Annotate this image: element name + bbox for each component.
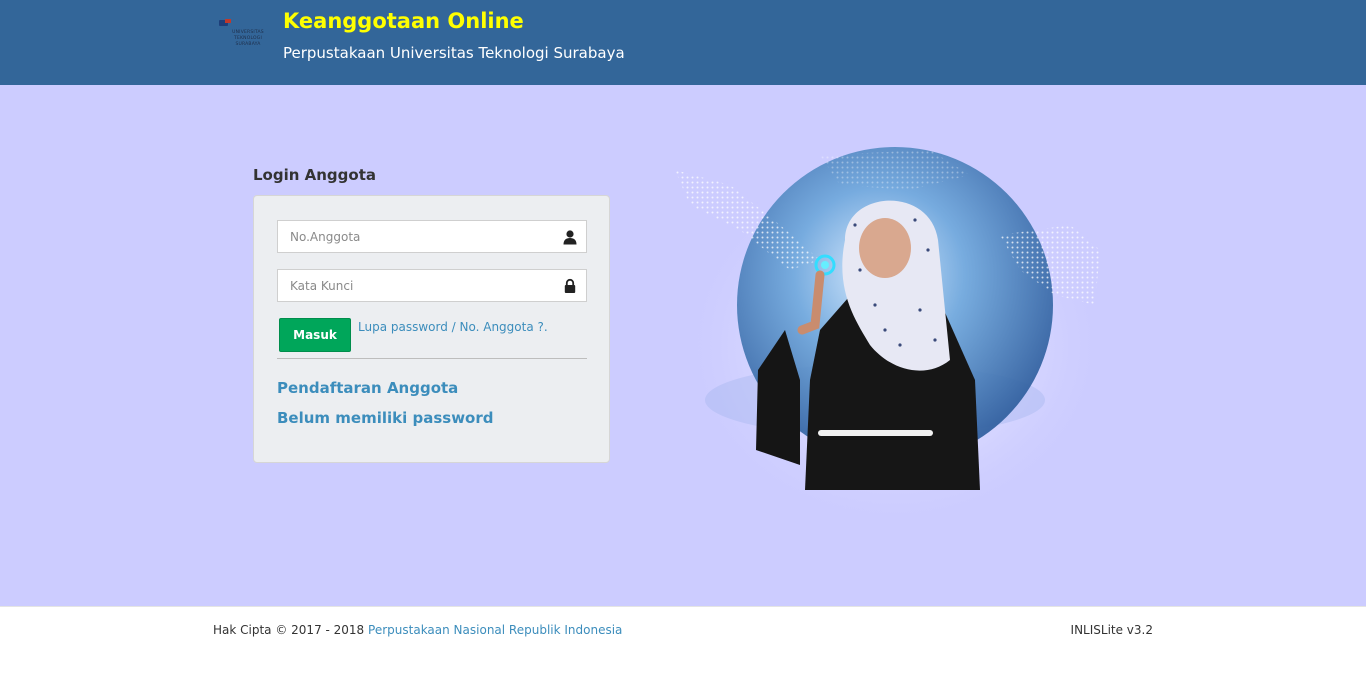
copyright-text: Hak Cipta © 2017 - 2018	[213, 623, 365, 637]
password-input[interactable]	[278, 270, 560, 301]
library-logo: UNIVERSITAS TEKNOLOGI SURABAYA	[219, 19, 267, 54]
forgot-password-link[interactable]: Lupa password / No. Anggota ?.	[358, 320, 548, 334]
footer: Hak Cipta © 2017 - 2018 Perpustakaan Nas…	[0, 606, 1366, 680]
app-version: INLISLite v3.2	[1070, 623, 1153, 637]
main-content: Login Anggota Masuk Lupa password / No. …	[0, 85, 1366, 606]
user-icon	[563, 230, 577, 245]
no-password-link[interactable]: Belum memiliki password	[277, 409, 494, 427]
member-number-field	[277, 220, 587, 253]
lock-icon	[564, 278, 576, 293]
divider	[277, 358, 587, 359]
app-subtitle: Perpustakaan Universitas Teknologi Surab…	[283, 44, 625, 62]
logo-text: UNIVERSITAS TEKNOLOGI SURABAYA	[232, 30, 264, 47]
hero-illustration	[675, 147, 1110, 530]
copyright: Hak Cipta © 2017 - 2018 Perpustakaan Nas…	[213, 623, 622, 637]
login-button[interactable]: Masuk	[279, 318, 351, 352]
top-header: UNIVERSITAS TEKNOLOGI SURABAYA Keanggota…	[0, 0, 1366, 85]
member-registration-link[interactable]: Pendaftaran Anggota	[277, 379, 458, 397]
login-form: Masuk Lupa password / No. Anggota ?. Pen…	[253, 195, 610, 463]
password-field	[277, 269, 587, 302]
app-title: Keanggotaan Online	[283, 9, 524, 33]
login-heading: Login Anggota	[253, 166, 377, 184]
perpusnas-link[interactable]: Perpustakaan Nasional Republik Indonesia	[368, 623, 622, 637]
member-number-input[interactable]	[278, 221, 560, 252]
